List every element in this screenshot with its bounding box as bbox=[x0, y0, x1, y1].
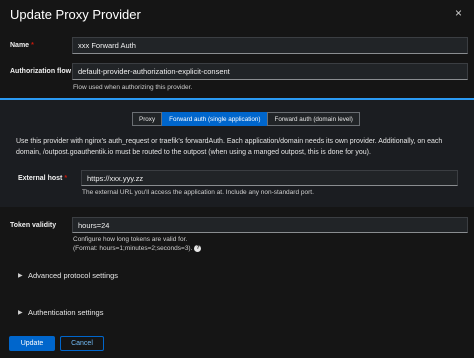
modal-title: Update Proxy Provider bbox=[10, 7, 141, 22]
advanced-protocol-toggle[interactable]: ▶ Advanced protocol settings bbox=[18, 271, 118, 280]
auth-flow-label-text: Authorization flow bbox=[10, 68, 72, 75]
tab-proxy[interactable]: Proxy bbox=[132, 112, 163, 126]
external-host-helper: The external URL you'll access the appli… bbox=[82, 189, 314, 196]
external-host-value: https://xxx.yyy.zz bbox=[87, 173, 144, 183]
token-validity-value: hours=24 bbox=[78, 220, 110, 230]
name-input[interactable]: xxx Forward Auth bbox=[72, 37, 468, 54]
external-host-input[interactable]: https://xxx.yyy.zz bbox=[81, 170, 458, 186]
token-validity-format: (Format: hours=1;minutes=2;seconds=3).? bbox=[73, 245, 202, 253]
token-validity-input[interactable]: hours=24 bbox=[72, 217, 468, 233]
auth-flow-label: Authorization flow* bbox=[10, 68, 76, 75]
required-marker: * bbox=[31, 42, 34, 49]
token-validity-label: Token validity bbox=[10, 222, 57, 229]
advanced-protocol-label: Advanced protocol settings bbox=[28, 271, 119, 280]
chevron-right-icon: ▶ bbox=[18, 310, 23, 316]
auth-flow-helper: Flow used when authorizing this provider… bbox=[73, 84, 193, 91]
close-icon[interactable]: × bbox=[455, 6, 462, 20]
name-label: Name * bbox=[10, 42, 34, 49]
external-host-label: External host * bbox=[18, 175, 67, 182]
update-button[interactable]: Update bbox=[9, 336, 55, 351]
chevron-right-icon: ▶ bbox=[18, 273, 23, 279]
external-host-label-text: External host bbox=[18, 175, 63, 182]
name-value: xxx Forward Auth bbox=[78, 41, 136, 50]
authentication-settings-label: Authentication settings bbox=[28, 308, 104, 317]
name-label-text: Name bbox=[10, 42, 30, 49]
mode-description: Use this provider with nginx's auth_requ… bbox=[16, 138, 443, 156]
authentication-settings-toggle[interactable]: ▶ Authentication settings bbox=[18, 308, 103, 317]
tab-forward-auth-domain[interactable]: Forward auth (domain level) bbox=[267, 112, 360, 126]
auth-flow-value: default-provider-authorization-explicit-… bbox=[78, 67, 230, 76]
token-validity-helper: Configure how long tokens are valid for. bbox=[73, 236, 188, 243]
required-marker: * bbox=[64, 175, 68, 182]
help-icon[interactable]: ? bbox=[194, 245, 202, 252]
auth-flow-select[interactable]: default-provider-authorization-explicit-… bbox=[72, 63, 468, 80]
tab-forward-auth-single[interactable]: Forward auth (single application) bbox=[162, 112, 268, 126]
token-format-text: (Format: hours=1;minutes=2;seconds=3). bbox=[73, 245, 193, 253]
mode-toggle-group: Proxy Forward auth (single application) … bbox=[132, 112, 360, 126]
cancel-button[interactable]: Cancel bbox=[60, 336, 104, 351]
